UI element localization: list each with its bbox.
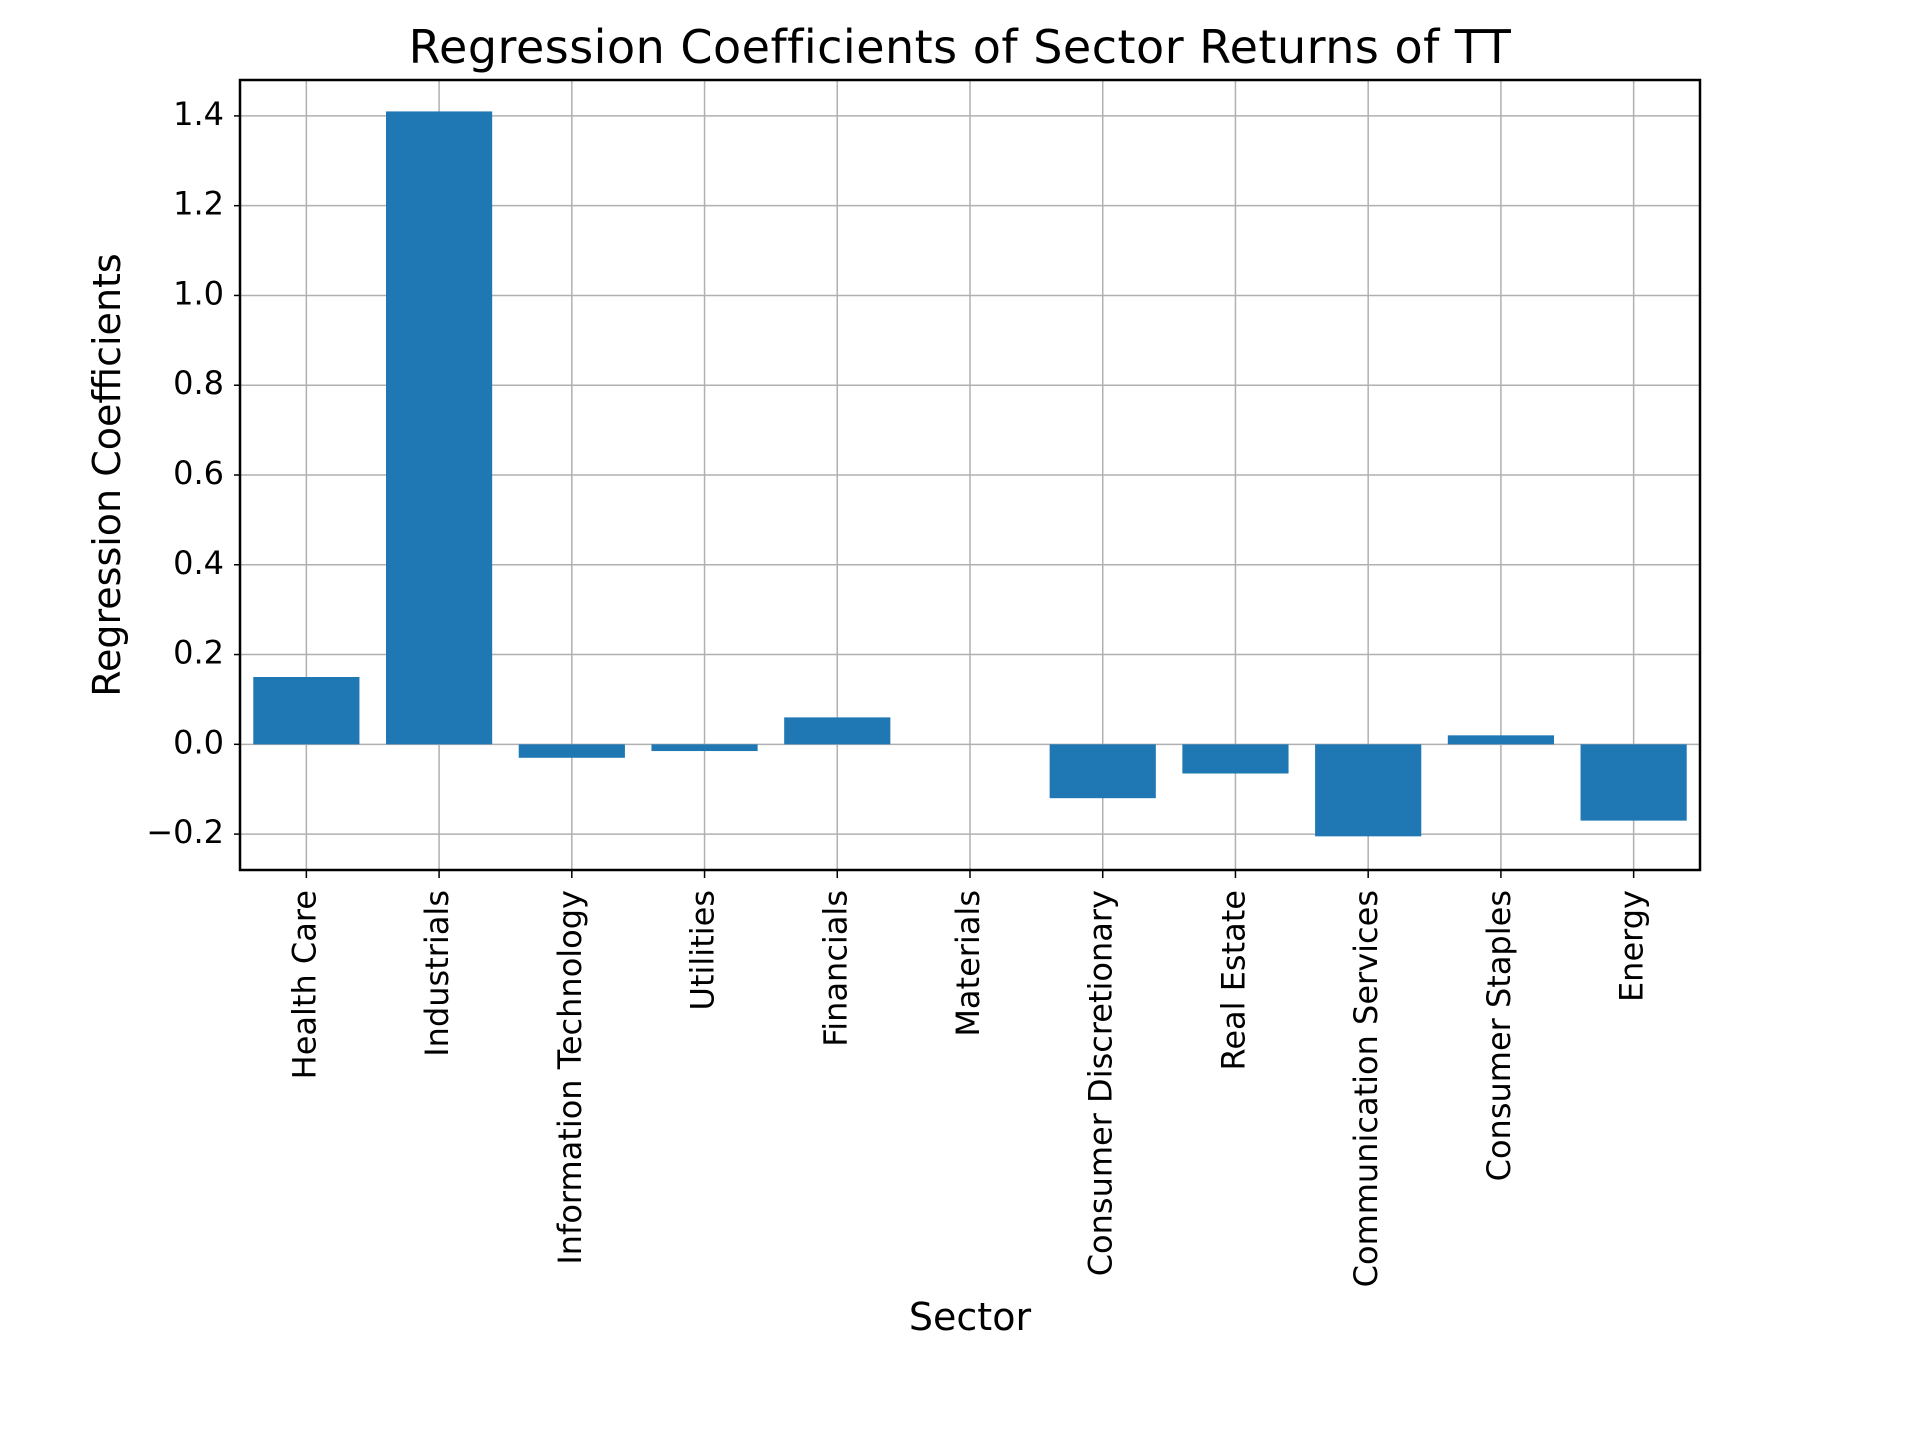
bar-energy: [1581, 744, 1687, 820]
ytick-label: 0.4: [173, 544, 224, 582]
plot-area: −0.2 0.0 0.2 0.4 0.6 0.8 1.0 1.2 1.4: [85, 80, 1700, 1339]
xtick-label: Utilities: [684, 890, 722, 1010]
bar-health-care: [253, 677, 359, 744]
bar-consumer-staples: [1448, 735, 1554, 744]
x-axis-label: Sector: [909, 1295, 1032, 1339]
xtick-label: Industrials: [418, 890, 456, 1057]
bar-consumer-discretionary: [1050, 744, 1156, 798]
ytick-label: 0.2: [173, 634, 224, 672]
ytick-label: 0.0: [173, 723, 224, 761]
xtick-label: Consumer Discretionary: [1082, 890, 1120, 1276]
xtick-label: Information Technology: [551, 890, 589, 1265]
x-tick-labels: Health Care Industrials Information Tech…: [285, 890, 1650, 1287]
xtick-label: Financials: [816, 890, 854, 1047]
xtick-label: Health Care: [285, 890, 323, 1079]
ytick-label: 0.6: [173, 454, 224, 492]
bar-industrials: [386, 111, 492, 744]
chart-figure: Regression Coefficients of Sector Return…: [0, 0, 1920, 1440]
bar-communication-services: [1315, 744, 1421, 836]
chart-svg: −0.2 0.0 0.2 0.4 0.6 0.8 1.0 1.2 1.4: [0, 0, 1920, 1440]
xtick-label: Real Estate: [1214, 890, 1252, 1070]
y-axis-label: Regression Coefficients: [85, 253, 129, 696]
xtick-label: Materials: [949, 890, 987, 1037]
ytick-label: 0.8: [173, 364, 224, 402]
bar-information-technology: [519, 744, 625, 757]
bar-real-estate: [1182, 744, 1288, 773]
bar-utilities: [651, 744, 757, 751]
ytick-label: −0.2: [146, 813, 224, 851]
ytick-label: 1.2: [173, 185, 224, 223]
y-ticks: −0.2 0.0 0.2 0.4 0.6 0.8 1.0 1.2 1.4: [146, 95, 240, 851]
xtick-label: Consumer Staples: [1480, 890, 1518, 1181]
xtick-label: Energy: [1613, 890, 1651, 1002]
xtick-label: Communication Services: [1347, 890, 1385, 1287]
ytick-label: 1.4: [173, 95, 224, 133]
bar-financials: [784, 717, 890, 744]
ytick-label: 1.0: [173, 274, 224, 312]
